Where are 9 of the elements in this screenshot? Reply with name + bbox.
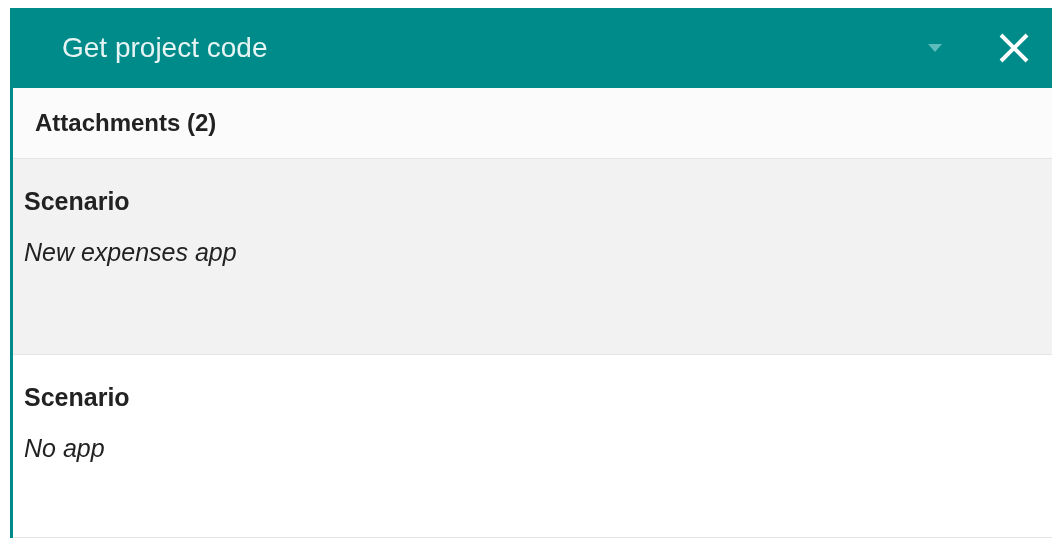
panel-title: Get project code bbox=[62, 32, 269, 64]
close-button[interactable] bbox=[998, 32, 1030, 64]
item-subtitle: New expenses app bbox=[24, 238, 237, 267]
section-heading: Attachments (2) bbox=[35, 109, 217, 137]
close-icon bbox=[998, 32, 1030, 64]
item-subtitle: No app bbox=[24, 434, 105, 463]
item-title: Scenario bbox=[24, 187, 130, 216]
attachment-item[interactable]: Scenario New expenses app bbox=[13, 159, 1052, 354]
item-title: Scenario bbox=[24, 383, 130, 412]
